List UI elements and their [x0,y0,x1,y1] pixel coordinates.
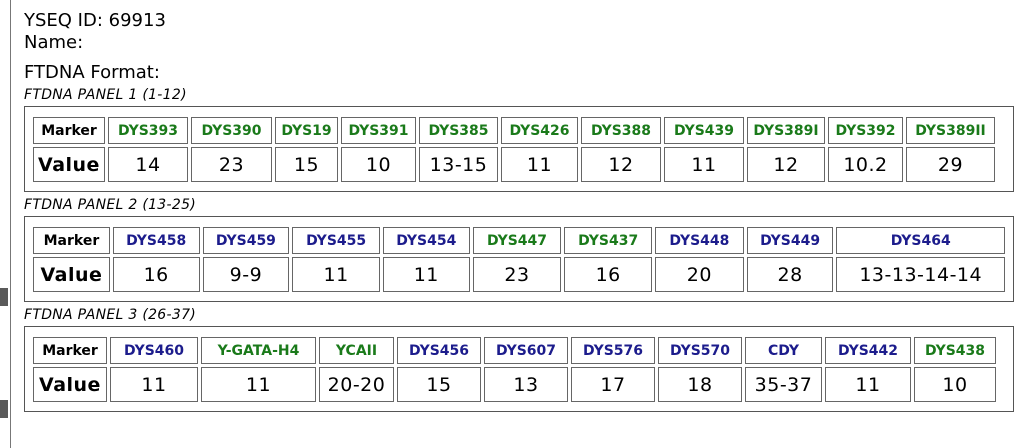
marker-name-cell: DYS607 [484,337,568,364]
panel-box: Marker DYS393 DYS390 DYS19 DYS391 DYS385 DYS42… [24,106,1014,192]
marker-name-cell: DYS391 [341,117,416,144]
marker-table: Marker DYS393 DYS390 DYS19 DYS391 DYS385 DYS42… [30,114,998,185]
marker-name-cell: DYS454 [382,227,470,254]
marker-value-cell: 9-9 [202,257,290,292]
marker-name-cell: DYS437 [564,227,653,254]
value-header-label: Value [33,257,110,292]
marker-name-cell: DYS570 [658,337,742,364]
marker-name-cell: DYS449 [746,227,834,254]
name-label: Name: [24,32,84,53]
marker-header-label: Marker [33,227,110,254]
marker-name-cell: DYS392 [828,117,903,144]
marker-value-cell: 11 [382,257,470,292]
marker-value-cell: 23 [191,147,272,182]
panels-container: FTDNA PANEL 1 (1-12) Marker DYS393 DYS390 D… [24,86,1014,412]
report-content: YSEQ ID: 69913 Name: FTDNA Format: FTDNA… [24,10,1014,412]
marker-value-cell: 11 [201,367,316,402]
marker-value-cell: 28 [746,257,834,292]
marker-value-cell: 14 [108,147,188,182]
left-scroll-marker [0,288,8,306]
marker-name-cell: DYS390 [191,117,272,144]
marker-value-cell: 10 [914,367,996,402]
marker-value-cell: 11 [501,147,578,182]
marker-value-cell: 20 [655,257,744,292]
marker-value-cell: 13-15 [419,147,498,182]
marker-name-cell: YCAII [319,337,394,364]
marker-name-cell: DYS459 [202,227,290,254]
marker-value-cell: 16 [564,257,653,292]
left-frame-border [10,0,11,448]
marker-name-cell: DYS455 [292,227,380,254]
marker-name-cell: Y-GATA-H4 [201,337,316,364]
marker-value-cell: 11 [664,147,744,182]
marker-value-cell: 23 [472,257,562,292]
panel-title: FTDNA PANEL 2 (13-25) [24,197,197,213]
marker-value-cell: 12 [581,147,661,182]
marker-name-cell: DYS439 [664,117,744,144]
marker-name-cell: CDY [745,337,822,364]
marker-name-cell: DYS456 [397,337,481,364]
value-row: Value 11 11 20-20 15 13 17 18 35-37 11 10 [33,367,996,402]
marker-value-cell: 13-13-14-14 [836,257,1005,292]
value-header-label: Value [33,367,107,402]
marker-name-cell: DYS385 [419,117,498,144]
value-row: Value 16 9-9 11 11 23 16 20 28 13-13-14-14 [33,257,1005,292]
marker-name-cell: DYS442 [825,337,911,364]
marker-row: Marker DYS458 DYS459 DYS455 DYS454 DYS447 DYS4… [33,227,1005,254]
marker-value-cell: 20-20 [319,367,394,402]
panel-box: Marker DYS460 Y-GATA-H4 YCAII DYS456 DYS607 DY… [24,326,1014,412]
panel-title: FTDNA PANEL 3 (26-37) [24,307,197,323]
marker-value-cell: 11 [292,257,380,292]
marker-name-cell: DYS19 [275,117,338,144]
marker-value-cell: 11 [110,367,198,402]
marker-name-cell: DYS464 [836,227,1005,254]
marker-name-cell: DYS393 [108,117,188,144]
yseq-id-value: 69913 [108,10,166,31]
marker-name-cell: DYS426 [501,117,578,144]
value-row: Value 14 23 15 10 13-15 11 12 11 12 10.2 29 [33,147,995,182]
marker-table: Marker DYS460 Y-GATA-H4 YCAII DYS456 DYS607 DY… [30,334,999,405]
marker-name-cell: DYS388 [581,117,661,144]
marker-value-cell: 16 [112,257,200,292]
left-scroll-marker [0,400,8,418]
marker-name-cell: DYS447 [472,227,562,254]
marker-value-cell: 12 [747,147,825,182]
marker-row: Marker DYS460 Y-GATA-H4 YCAII DYS456 DYS607 DY… [33,337,996,364]
marker-value-cell: 13 [484,367,568,402]
value-header-label: Value [33,147,105,182]
yseq-id-line: YSEQ ID: 69913 [24,10,1014,32]
yseq-id-label: YSEQ ID: [24,10,103,31]
marker-row: Marker DYS393 DYS390 DYS19 DYS391 DYS385 DYS42… [33,117,995,144]
marker-value-cell: 15 [275,147,338,182]
marker-value-cell: 11 [825,367,911,402]
marker-name-cell: DYS438 [914,337,996,364]
marker-value-cell: 15 [397,367,481,402]
marker-value-cell: 29 [906,147,995,182]
marker-name-cell: DYS389II [906,117,995,144]
format-heading: FTDNA Format: [24,62,160,83]
marker-header-label: Marker [33,117,105,144]
panel-box: Marker DYS458 DYS459 DYS455 DYS454 DYS447 DYS4… [24,216,1014,302]
name-line: Name: [24,32,1014,54]
marker-value-cell: 35-37 [745,367,822,402]
left-margin [0,0,10,448]
panel-title: FTDNA PANEL 1 (1-12) [24,87,187,103]
marker-name-cell: DYS458 [112,227,200,254]
marker-value-cell: 18 [658,367,742,402]
marker-header-label: Marker [33,337,107,364]
marker-name-cell: DYS460 [110,337,198,364]
marker-name-cell: DYS389I [747,117,825,144]
marker-value-cell: 10.2 [828,147,903,182]
marker-table: Marker DYS458 DYS459 DYS455 DYS454 DYS447 DYS4… [30,224,1008,295]
marker-name-cell: DYS576 [571,337,655,364]
marker-value-cell: 17 [571,367,655,402]
marker-name-cell: DYS448 [655,227,744,254]
marker-value-cell: 10 [341,147,416,182]
